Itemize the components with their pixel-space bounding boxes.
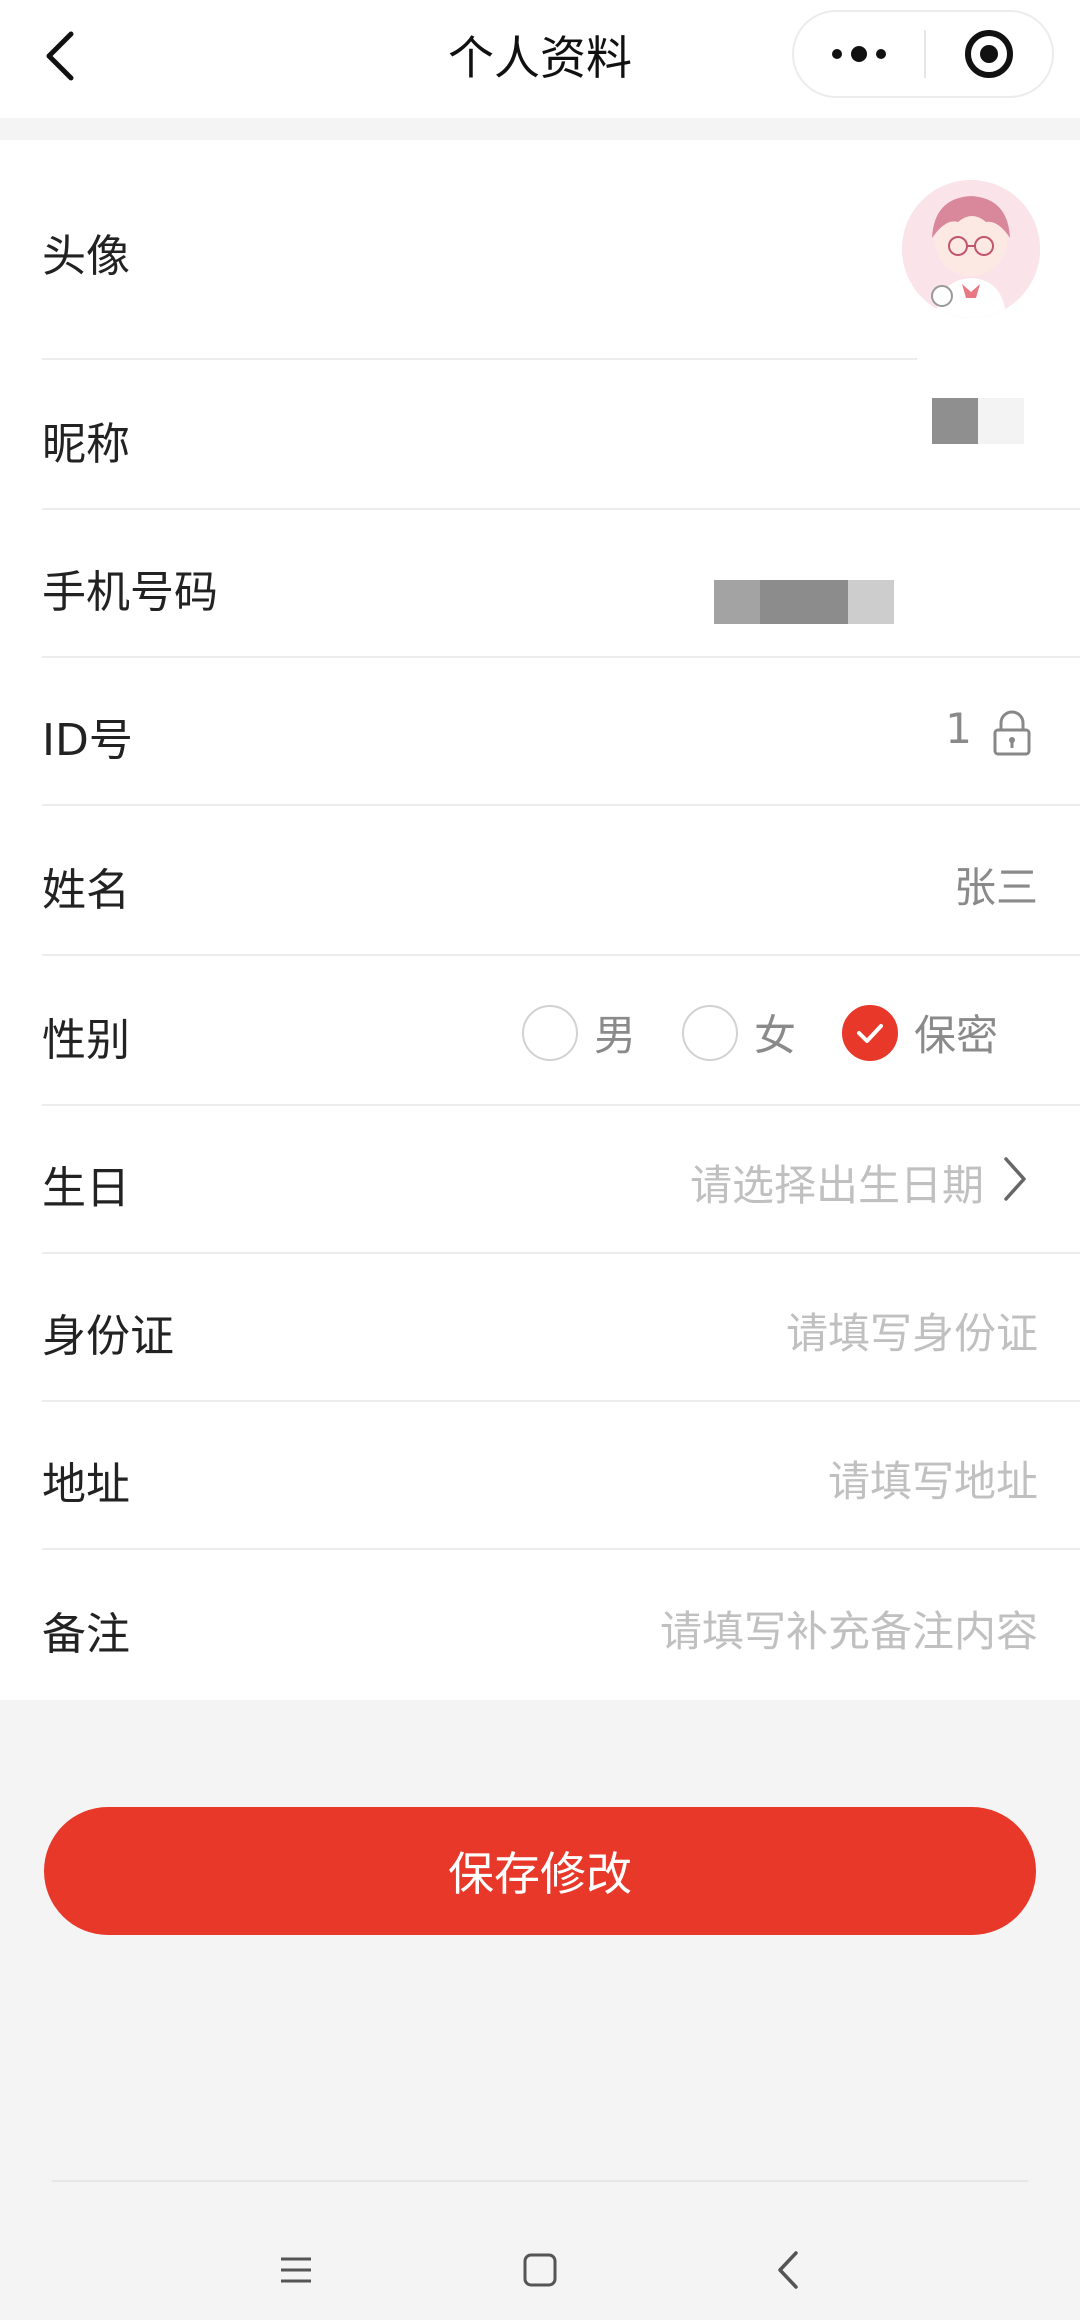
capsule-menu <box>792 10 1054 98</box>
radio-unchecked-icon <box>521 1004 578 1061</box>
more-button[interactable] <box>794 12 924 96</box>
gender-option-male[interactable]: 男 <box>521 1002 636 1063</box>
home-square-icon <box>523 2253 557 2287</box>
id-value: 1 <box>945 704 972 753</box>
chevron-right-icon <box>1004 1157 1026 1201</box>
birthday-label: 生日 <box>42 1163 130 1214</box>
gender-radio-group: 男 女 保密 <box>521 1002 998 1063</box>
avatar-row[interactable]: 头像 <box>42 140 917 360</box>
remark-label: 备注 <box>42 1609 130 1660</box>
checkmark-icon <box>856 1023 883 1043</box>
target-circle-icon <box>965 30 1013 78</box>
gender-option-label: 女 <box>753 1011 796 1060</box>
birthday-picker[interactable]: 请选择出生日期 <box>690 1152 984 1213</box>
name-label: 姓名 <box>42 865 130 916</box>
remark-input[interactable]: 请填写补充备注内容 <box>660 1598 1038 1659</box>
menu-icon <box>281 2257 311 2283</box>
phone-value-blurred <box>714 580 760 624</box>
nav-back-button[interactable] <box>738 2220 838 2320</box>
more-dots-icon <box>832 46 886 62</box>
save-button[interactable]: 保存修改 <box>44 1807 1036 1935</box>
idcard-row[interactable]: 身份证 请填写身份证 <box>42 1254 1080 1402</box>
gender-option-secret[interactable]: 保密 <box>841 1002 998 1063</box>
close-miniprogram-button[interactable] <box>926 12 1052 96</box>
profile-form: 头像 昵称 手机号码 ID号 1 姓名 张三 性别 男 女 保密 生日 请选择出… <box>0 140 1080 1700</box>
avatar-label: 头像 <box>42 231 130 282</box>
gender-option-label: 保密 <box>913 1011 998 1060</box>
address-input[interactable]: 请填写地址 <box>828 1448 1038 1509</box>
id-label: ID号 <box>42 715 133 766</box>
nav-home-button[interactable] <box>490 2220 590 2320</box>
nav-divider <box>52 2180 1028 2182</box>
id-row: ID号 1 <box>42 658 1080 806</box>
header-bar: 个人资料 <box>0 0 1080 118</box>
address-row[interactable]: 地址 请填写地址 <box>42 1402 1080 1550</box>
address-label: 地址 <box>42 1459 130 1510</box>
phone-label: 手机号码 <box>42 567 218 618</box>
nav-menu-button[interactable] <box>246 2220 346 2320</box>
birthday-row[interactable]: 生日 请选择出生日期 <box>42 1106 1080 1254</box>
gender-option-female[interactable]: 女 <box>681 1002 796 1063</box>
nickname-label: 昵称 <box>42 419 130 470</box>
lock-icon <box>993 710 1031 756</box>
nickname-value-blurred-2 <box>978 398 1024 444</box>
nickname-value-blurred <box>932 398 978 444</box>
phone-value-blurred-2 <box>760 580 848 624</box>
name-row[interactable]: 姓名 张三 <box>42 806 1080 956</box>
phone-row[interactable]: 手机号码 <box>42 510 1080 658</box>
gender-row: 性别 男 女 保密 <box>42 956 1080 1106</box>
radio-unchecked-icon <box>681 1004 738 1061</box>
idcard-input[interactable]: 请填写身份证 <box>786 1300 1038 1361</box>
nickname-row[interactable]: 昵称 <box>42 360 1080 510</box>
phone-value-blurred-3 <box>848 580 894 624</box>
remark-row[interactable]: 备注 请填写补充备注内容 <box>42 1550 1080 1700</box>
gender-option-label: 男 <box>593 1011 636 1060</box>
idcard-label: 身份证 <box>42 1311 174 1362</box>
name-value[interactable]: 张三 <box>954 854 1038 915</box>
avatar[interactable] <box>902 180 1040 318</box>
gender-label: 性别 <box>42 1015 130 1066</box>
radio-checked-icon <box>841 1004 898 1061</box>
back-triangle-icon <box>778 2251 798 2289</box>
